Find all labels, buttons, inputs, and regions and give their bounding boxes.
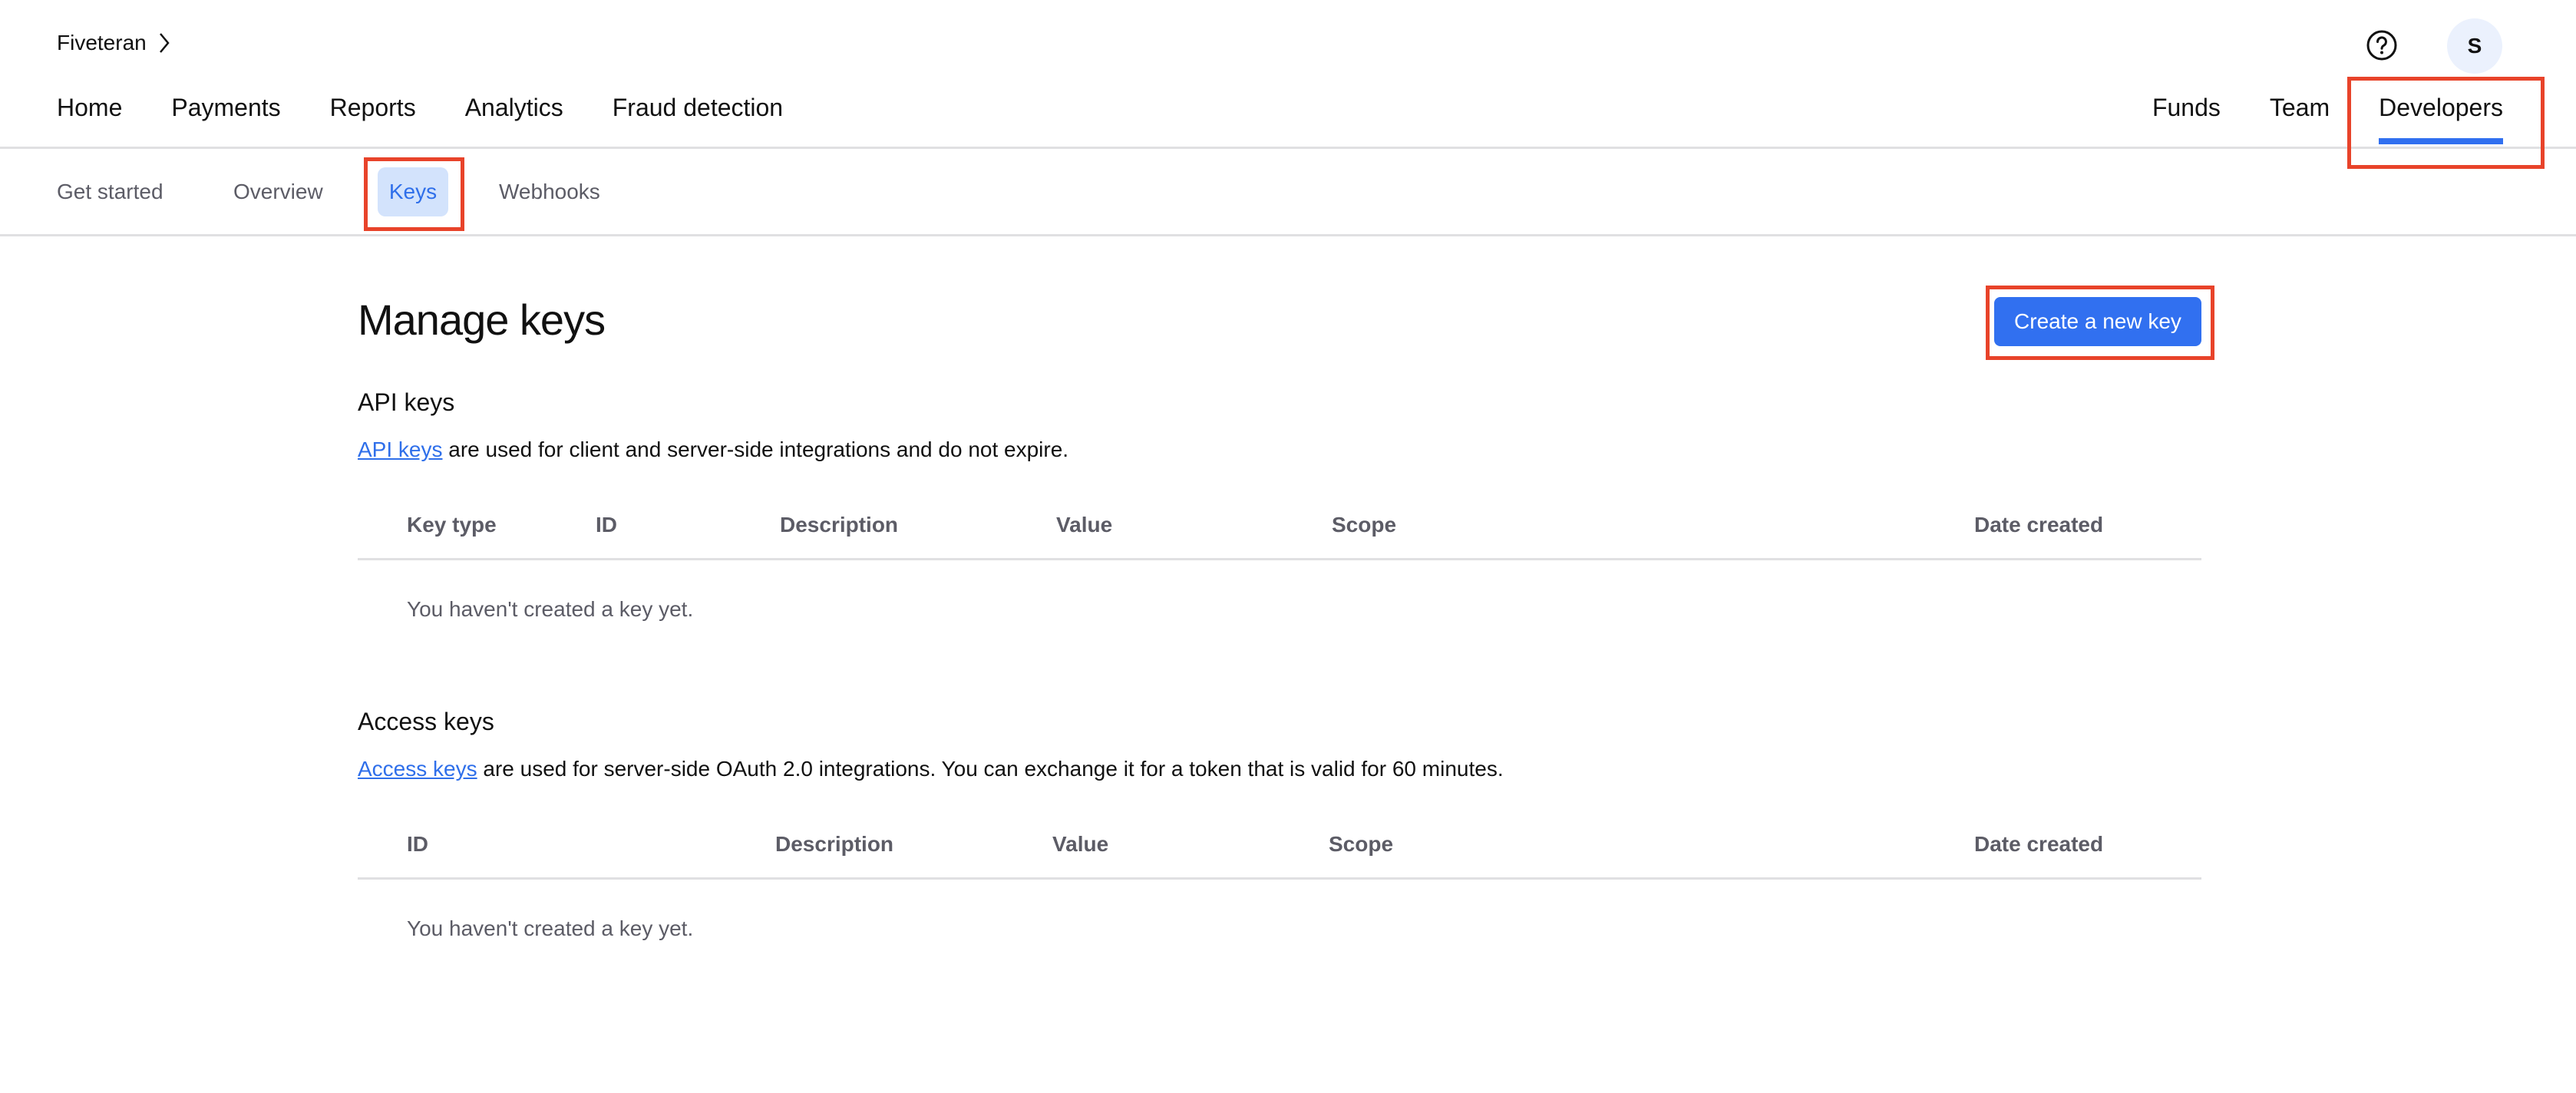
nav-funds[interactable]: Funds [2152,94,2221,147]
nav-payments[interactable]: Payments [171,94,280,147]
nav-fraud-detection[interactable]: Fraud detection [613,94,783,147]
nav-team[interactable]: Team [2270,94,2330,147]
avatar[interactable]: S [2447,18,2502,74]
api-keys-table: Key type ID Description Value Scope Date… [358,491,2201,652]
nav-analytics[interactable]: Analytics [465,94,563,147]
api-keys-heading: API keys [358,388,455,416]
column-header-value: Value [1052,832,1109,856]
primary-nav-left: Home Payments Reports Analytics Fraud de… [57,94,783,147]
tab-keys[interactable]: Keys [378,167,448,216]
column-header-id: ID [407,832,428,856]
breadcrumb[interactable]: Fiveteran [57,31,173,55]
access-keys-description-text: are used for server-side OAuth 2.0 integ… [477,757,1504,781]
access-keys-link[interactable]: Access keys [358,757,477,781]
top-header: Fiveteran S Home Payments Reports Analyt… [0,0,2576,149]
api-keys-link[interactable]: API keys [358,438,442,461]
api-keys-table-header: Key type ID Description Value Scope Date… [358,491,2201,560]
api-keys-empty-message: You haven't created a key yet. [407,597,694,621]
chevron-right-icon [159,33,170,53]
column-header-description: Description [775,832,894,856]
api-keys-description: API keys are used for client and server-… [358,438,1068,462]
column-header-id: ID [596,513,617,537]
create-new-key-button[interactable]: Create a new key [1994,297,2201,346]
nav-reports[interactable]: Reports [330,94,416,147]
access-keys-table: ID Description Value Scope Date created … [358,811,2201,972]
access-keys-description: Access keys are used for server-side OAu… [358,757,1504,781]
org-name[interactable]: Fiveteran [57,31,147,55]
access-keys-empty-message: You haven't created a key yet. [407,916,694,940]
nav-developers[interactable]: Developers [2379,94,2503,147]
tab-webhooks[interactable]: Webhooks [499,167,600,216]
column-header-scope: Scope [1329,832,1394,856]
tab-get-started[interactable]: Get started [57,167,163,216]
column-header-key-type: Key type [407,513,497,537]
column-header-date-created: Date created [1974,513,2104,537]
tab-overview[interactable]: Overview [233,167,323,216]
help-icon[interactable] [2366,29,2398,61]
column-header-description: Description [780,513,899,537]
page-title: Manage keys [358,296,606,344]
column-header-value: Value [1056,513,1113,537]
api-keys-description-text: are used for client and server-side inte… [442,438,1069,461]
nav-home[interactable]: Home [57,94,122,147]
primary-nav-right: Funds Team Developers [2152,94,2503,147]
sub-nav: Get started Overview Keys Webhooks [0,149,2576,236]
access-keys-table-header: ID Description Value Scope Date created [358,811,2201,880]
column-header-scope: Scope [1332,513,1397,537]
column-header-date-created: Date created [1974,832,2104,856]
access-keys-heading: Access keys [358,708,494,735]
